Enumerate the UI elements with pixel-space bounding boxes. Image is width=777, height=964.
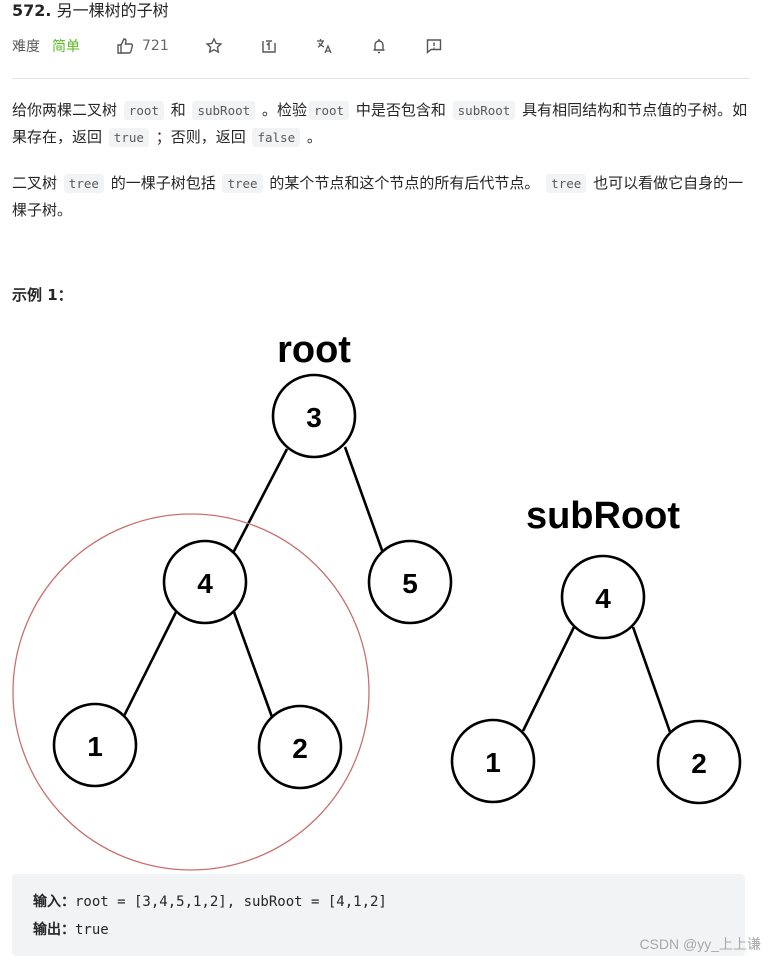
translate-button[interactable] <box>315 37 333 55</box>
output-value: true <box>75 922 109 938</box>
feedback-button[interactable] <box>425 37 443 55</box>
node-value: 3 <box>306 402 322 433</box>
example-io-block: 输入：root = [3,4,5,1,2], subRoot = [4,1,2]… <box>12 874 745 956</box>
problem-name: 另一棵树的子树 <box>56 1 169 20</box>
inline-code: tree <box>63 174 104 193</box>
header-divider <box>12 78 750 79</box>
text: 。 <box>306 128 322 146</box>
node-value: 4 <box>595 583 611 614</box>
node-value: 4 <box>197 568 213 599</box>
thumbs-up-icon <box>117 38 134 54</box>
problem-meta-bar: 难度 简单 721 <box>12 35 443 57</box>
text: 的某个节点和这个节点的所有后代节点。 <box>269 174 540 192</box>
inline-code: tree <box>222 174 263 193</box>
node-value: 2 <box>691 748 707 779</box>
share-icon <box>262 40 276 53</box>
text: 的一棵子树包括 <box>110 174 216 192</box>
problem-number: 572. <box>12 1 52 20</box>
edge-sub-4-1 <box>521 626 576 732</box>
inline-code: root <box>123 101 164 120</box>
inline-code: tree <box>546 174 587 193</box>
node-value: 1 <box>485 747 501 778</box>
text: 。检验 <box>261 101 307 119</box>
edge-4-1 <box>122 611 178 717</box>
root-label: root <box>277 329 351 371</box>
text: 和 <box>170 101 186 119</box>
description-paragraph-2: 二叉树 tree 的一棵子树包括 tree 的某个节点和这个节点的所有后代节点。… <box>12 170 752 224</box>
star-icon <box>205 37 223 54</box>
feedback-icon <box>426 39 441 55</box>
output-label: 输出： <box>33 922 75 938</box>
favorite-button[interactable] <box>205 37 223 55</box>
difficulty-badge: 简单 <box>52 39 80 55</box>
like-button[interactable]: 721 <box>116 37 169 55</box>
node-value: 2 <box>292 733 308 764</box>
inline-code: subRoot <box>192 101 256 120</box>
input-label: 输入： <box>33 894 75 910</box>
example-input-line: 输入：root = [3,4,5,1,2], subRoot = [4,1,2] <box>33 891 387 911</box>
tree-diagram: root subRoot 3 4 5 1 2 4 1 2 <box>12 329 742 871</box>
share-button[interactable] <box>260 37 278 55</box>
watermark: CSDN @yy_上上谦 <box>639 936 761 952</box>
edge-3-5 <box>343 446 385 554</box>
text: ；否则，返回 <box>155 128 246 146</box>
subroot-label: subRoot <box>526 495 680 537</box>
difficulty-label: 难度 <box>12 39 40 55</box>
text: 中是否包含和 <box>355 101 446 119</box>
node-value: 1 <box>87 731 103 762</box>
bell-icon <box>373 39 385 54</box>
like-count: 721 <box>142 38 169 54</box>
input-value: root = [3,4,5,1,2], subRoot = [4,1,2] <box>75 894 387 910</box>
node-value: 5 <box>402 568 418 599</box>
example-title: 示例 1： <box>12 286 73 304</box>
notification-button[interactable] <box>370 37 388 55</box>
example-output-line: 输出：true <box>33 919 109 939</box>
translate-icon <box>316 39 332 54</box>
edge-sub-4-2 <box>631 626 672 733</box>
inline-code: true <box>108 128 149 147</box>
edge-4-2 <box>232 611 274 718</box>
text: 给你两棵二叉树 <box>12 101 118 119</box>
inline-code: root <box>308 101 350 120</box>
description-paragraph-1: 给你两棵二叉树 root 和 subRoot 。检验 root 中是否包含和 su… <box>12 97 752 151</box>
problem-title: 572. 另一棵树的子树 <box>12 0 169 22</box>
text: 二叉树 <box>12 174 58 192</box>
inline-code: false <box>252 128 301 147</box>
inline-code: subRoot <box>452 101 516 120</box>
